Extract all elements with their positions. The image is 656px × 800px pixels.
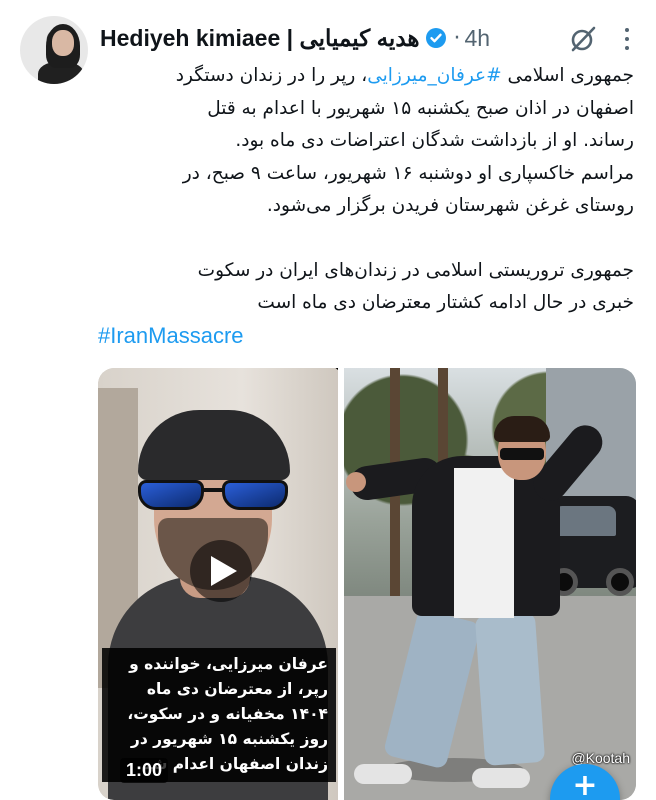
hashtag-link-erfan[interactable]: #عرفان_میرزایی bbox=[367, 65, 501, 86]
photo-person-shoe-left bbox=[354, 764, 412, 784]
post-line-1: جمهوری اسلامی #عرفان_میرزایی، رپر را در … bbox=[98, 60, 634, 93]
more-options-icon[interactable] bbox=[616, 28, 638, 50]
post-line-1-suffix: ، رپر را در زندان دستگرد bbox=[175, 65, 368, 86]
grok-icon[interactable] bbox=[568, 24, 598, 54]
caption-line-1: عرفان میرزایی، خواننده و bbox=[129, 655, 328, 673]
post-line-7: خبری در حال ادامه کشتار معترضان دی ماه ا… bbox=[257, 292, 634, 313]
photo-person-hair bbox=[494, 416, 550, 442]
photo-person-shoe-right bbox=[472, 768, 530, 788]
photo-person-hand bbox=[346, 472, 366, 492]
header-dot: · bbox=[453, 25, 461, 51]
post-line-2: اصفهان در اذان صبح یکشنبه ۱۵ شهریور با ا… bbox=[207, 97, 634, 119]
photo-person-glasses bbox=[500, 448, 544, 460]
tree-trunk-1 bbox=[390, 368, 400, 628]
avatar[interactable] bbox=[20, 16, 88, 84]
video-thumbnail[interactable]: عرفان میرزایی، خواننده و رپر، از معترضان… bbox=[98, 368, 338, 800]
author-name[interactable]: Hediyeh kimiaee | هدیه کیمیایی bbox=[100, 25, 420, 52]
post-time[interactable]: 4h bbox=[465, 25, 491, 52]
avatar-face bbox=[52, 30, 74, 56]
compose-plus-glyph: + bbox=[572, 768, 598, 800]
caption-line-2: رپر، از معترضان دی ماه bbox=[146, 680, 328, 698]
photo-thumbnail[interactable]: @Kootah bbox=[344, 368, 636, 800]
photo-person-tshirt bbox=[454, 468, 514, 618]
tweet: Hediyeh kimiaee | هدیه کیمیایی · 4h جمهو… bbox=[0, 0, 656, 800]
post-line-4: مراسم خاکسپاری او دوشنبه ۱۶ شهریور، ساعت… bbox=[182, 162, 634, 184]
post-line-6: جمهوری تروریستی اسلامی در زندان‌های ایرا… bbox=[197, 259, 634, 281]
caption-line-4: روز یکشنبه ۱۵ شهریور در bbox=[130, 730, 328, 748]
tweet-text: جمهوری اسلامی #عرفان_میرزایی، رپر را در … bbox=[98, 60, 634, 352]
tweet-header: Hediyeh kimiaee | هدیه کیمیایی · 4h bbox=[100, 20, 636, 56]
caption-line-3: ۱۴۰۴ مخفیانه و در سکوت، bbox=[127, 705, 328, 723]
video-duration: 1:00 bbox=[120, 758, 169, 783]
video-person-glasses bbox=[134, 480, 292, 512]
verified-badge-icon bbox=[425, 28, 446, 48]
photo-person-leg-right bbox=[474, 612, 546, 766]
play-icon[interactable] bbox=[190, 540, 252, 602]
media-grid: عرفان میرزایی، خواننده و رپر، از معترضان… bbox=[98, 368, 636, 800]
post-line-1-prefix: جمهوری اسلامی bbox=[501, 65, 634, 86]
hashtag-link-iranmassacre[interactable]: #IranMassacre bbox=[98, 320, 634, 353]
post-line-5: روستای غرغن شهرستان فریدن برگزار می‌شود. bbox=[266, 195, 634, 216]
post-line-3: رساند. او از بازداشت شدگان اعتراضات دی م… bbox=[235, 130, 634, 151]
